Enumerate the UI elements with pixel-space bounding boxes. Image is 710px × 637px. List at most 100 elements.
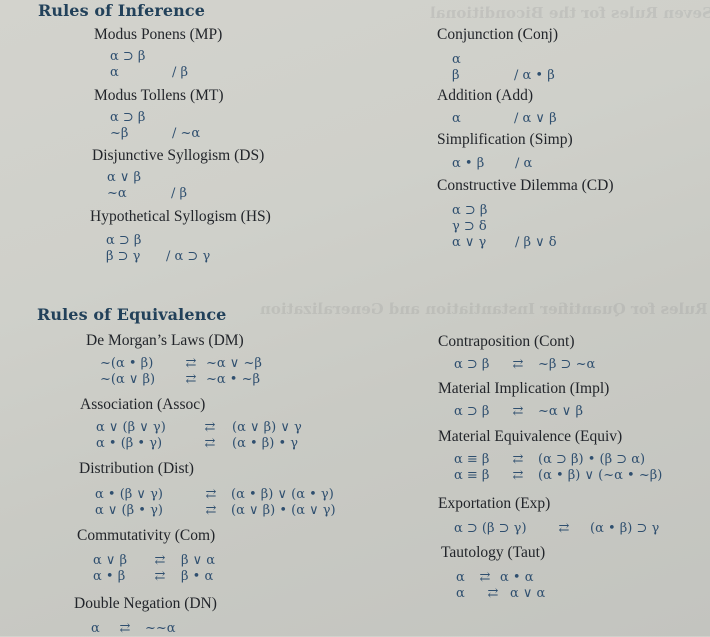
rhs: α ∨ α [510, 586, 546, 601]
rule-formula-contraposition: α ⊃ β ⇄ ~β ⊃ ~α [454, 357, 595, 373]
conclusion: / β [171, 186, 188, 201]
premise: α ⊃ β [110, 110, 146, 125]
lhs: α • (β • γ) [96, 436, 163, 451]
equivalence-arrow-icon: ⇄ [119, 621, 131, 636]
rule-formula-conjunction: α β / α • β [452, 52, 555, 84]
premise: γ ⊃ δ [452, 219, 487, 234]
rule-name-tautology: Tautology (Taut) [441, 544, 546, 561]
conclusion: / β ∨ δ [515, 235, 557, 250]
lhs: α ∨ β [93, 553, 128, 568]
rule-formula-exportation: α ⊃ (β ⊃ γ) ⇄ (α • β) ⊃ γ [454, 521, 659, 537]
rule-formula-association: α ∨ (β ∨ γ) ⇄ (α ∨ β) ∨ γ α • (β • γ) ⇄ … [96, 420, 302, 452]
rule-name-material-equivalence: Material Equivalence (Equiv) [438, 428, 623, 445]
bleed-through-text: Seven Rules for the Biconditional [430, 4, 710, 22]
equivalence-arrow-icon: ⇄ [185, 372, 197, 387]
rule-formula-de-morgans-laws: ~(α • β) ⇄ ~α ∨ ~β ~(α ∨ β) ⇄ ~α • ~β [100, 356, 262, 388]
rule-name-hypothetical-syllogism: Hypothetical Syllogism (HS) [90, 208, 271, 225]
premise: ~α [107, 186, 127, 201]
premise: β ⊃ γ [106, 249, 141, 264]
rule-name-de-morgans-laws: De Morgan’s Laws (DM) [86, 332, 244, 349]
conclusion: / α ⊃ γ [166, 249, 211, 264]
rhs: α • α [500, 570, 534, 585]
rhs: (α • β) ⊃ γ [590, 521, 660, 536]
rule-formula-addition: α / α ∨ β [452, 111, 557, 127]
conclusion: / α [515, 156, 533, 171]
rhs: ~α ∨ β [538, 404, 583, 419]
premise: α [452, 111, 461, 126]
lhs: α • (β ∨ γ) [95, 487, 163, 502]
equivalence-arrow-icon: ⇄ [558, 521, 570, 536]
premise: β [452, 68, 460, 83]
equivalence-arrow-icon: ⇄ [512, 452, 524, 467]
equivalence-row: α ∨ (β ∨ γ) ⇄ (α ∨ β) ∨ γ [96, 420, 302, 436]
rhs: (α • β) ∨ (α • γ) [231, 487, 334, 502]
conclusion: / α ∨ β [514, 111, 557, 126]
rule-name-contraposition: Contraposition (Cont) [438, 333, 575, 350]
rhs: (α • β) • γ [232, 436, 299, 451]
rule-name-double-negation: Double Negation (DN) [74, 595, 217, 612]
equivalence-row: α • β ⇄ β • α [93, 569, 215, 585]
lhs: α [456, 570, 465, 585]
rhs: ~α • ~β [206, 372, 261, 387]
premise: α • β [452, 156, 485, 171]
equivalence-arrow-icon: ⇄ [479, 570, 491, 585]
rhs: ~~α [145, 621, 176, 636]
rule-name-material-implication: Material Implication (Impl) [438, 380, 610, 397]
rule-name-exportation: Exportation (Exp) [438, 495, 551, 512]
lhs: α • β [93, 569, 126, 584]
rule-formula-constructive-dilemma: α ⊃ β γ ⊃ δ α ∨ γ / β ∨ δ [452, 203, 557, 251]
rhs: (α • β) ∨ (~α • ~β) [538, 468, 663, 483]
equivalence-arrow-icon: ⇄ [154, 553, 166, 568]
equivalence-arrow-icon: ⇄ [205, 487, 217, 502]
equivalence-arrow-icon: ⇄ [204, 436, 216, 451]
equivalence-row: α • (β • γ) ⇄ (α • β) • γ [96, 436, 302, 452]
rule-formula-material-equivalence: α ≡ β ⇄ (α ⊃ β) • (β ⊃ α) α ≡ β ⇄ (α • β… [454, 452, 662, 484]
lhs: α ∨ (β • γ) [95, 503, 163, 518]
equivalence-row: α ⇄ ~~α [91, 621, 176, 637]
equivalence-row: α ⊃ β ⇄ ~β ⊃ ~α [454, 357, 595, 373]
equivalence-arrow-icon: ⇄ [512, 404, 524, 419]
rule-formula-material-implication: α ⊃ β ⇄ ~α ∨ β [454, 404, 583, 420]
rule-name-constructive-dilemma: Constructive Dilemma (CD) [437, 177, 614, 194]
equivalence-row: α ≡ β ⇄ (α ⊃ β) • (β ⊃ α) [454, 452, 662, 468]
conclusion: / ~α [172, 126, 201, 141]
lhs: α [456, 586, 465, 601]
premise: ~β [110, 126, 129, 141]
rhs: ~β ⊃ ~α [538, 357, 596, 372]
rule-name-commutativity: Commutativity (Com) [77, 527, 216, 544]
rule-formula-distribution: α • (β ∨ γ) ⇄ (α • β) ∨ (α • γ) α ∨ (β •… [95, 487, 336, 519]
premise: α ∨ β [107, 170, 142, 185]
lhs: α [91, 621, 100, 636]
equivalence-row: α ≡ β ⇄ (α • β) ∨ (~α • ~β) [454, 468, 662, 484]
rule-formula-modus-ponens: α ⊃ β α / β [110, 49, 188, 81]
rule-formula-hypothetical-syllogism: α ⊃ β β ⊃ γ / α ⊃ γ [106, 233, 210, 265]
rule-name-distribution: Distribution (Dist) [79, 460, 194, 477]
bleed-through-text: Rules for Quantifier Instantiation and G… [260, 300, 708, 318]
equivalence-arrow-icon: ⇄ [512, 468, 524, 483]
premise: α [110, 65, 119, 80]
premise: α ⊃ β [106, 233, 142, 248]
equivalence-row: α ∨ (β • γ) ⇄ (α ∨ β) • (α ∨ γ) [95, 503, 336, 519]
textbook-page: Seven Rules for the Biconditional Rules … [0, 0, 710, 636]
equivalence-row: α ⊃ β ⇄ ~α ∨ β [454, 404, 583, 420]
premise: α ⊃ β [110, 49, 146, 64]
rule-name-modus-ponens: Modus Ponens (MP) [94, 26, 223, 43]
equivalence-row: α ⇄ α ∨ α [456, 586, 545, 602]
equivalence-row: α ∨ β ⇄ β ∨ α [93, 553, 215, 569]
rule-formula-disjunctive-syllogism: α ∨ β ~α / β [107, 170, 187, 202]
conclusion: / β [172, 65, 189, 80]
rule-name-modus-tollens: Modus Tollens (MT) [94, 87, 224, 104]
rule-name-conjunction: Conjunction (Conj) [437, 26, 558, 43]
equivalence-row: ~(α • β) ⇄ ~α ∨ ~β [100, 356, 262, 372]
equivalence-arrow-icon: ⇄ [185, 356, 197, 371]
rhs: (α ∨ β) • (α ∨ γ) [231, 503, 336, 518]
lhs: ~(α • β) [100, 356, 154, 371]
rhs: ~α ∨ ~β [206, 356, 262, 371]
rhs: β • α [181, 569, 214, 584]
lhs: α ≡ β [454, 452, 490, 467]
rule-formula-modus-tollens: α ⊃ β ~β / ~α [110, 110, 200, 142]
lhs: α ⊃ (β ⊃ γ) [454, 521, 527, 536]
lhs: α ≡ β [454, 468, 490, 483]
premise: α [452, 52, 461, 67]
rhs: (α ⊃ β) • (β ⊃ α) [538, 452, 646, 467]
